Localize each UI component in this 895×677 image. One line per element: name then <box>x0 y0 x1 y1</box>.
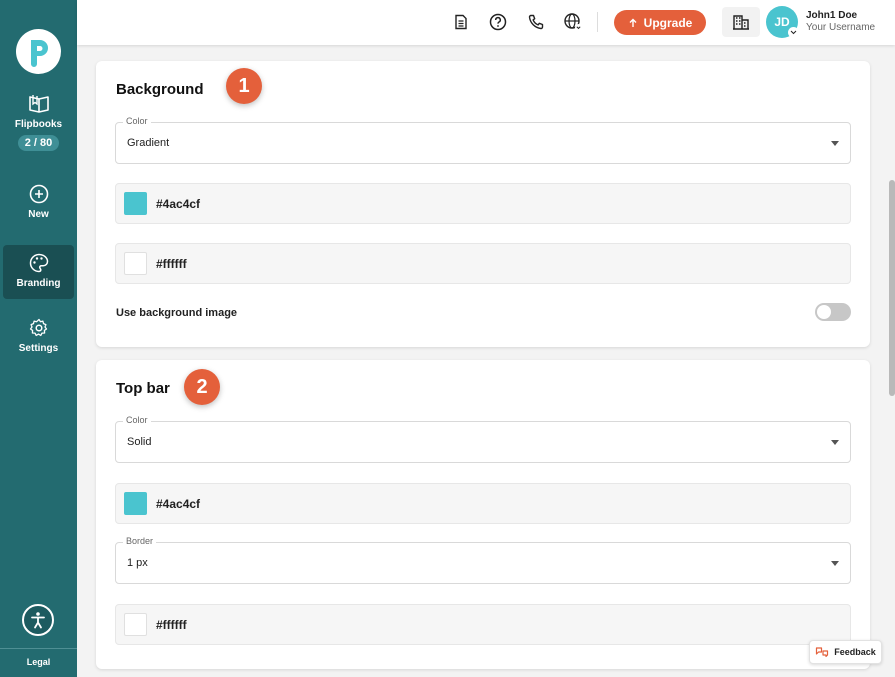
step-badge: 2 <box>184 369 220 405</box>
background-section: Background 1 Color Gradient #4ac4cf #fff… <box>96 61 870 347</box>
color-hex-value: #ffffff <box>156 257 187 271</box>
legal-link[interactable]: Legal <box>0 657 77 667</box>
sidebar-item-branding[interactable]: Branding <box>3 245 74 299</box>
select-label: Color <box>123 116 151 126</box>
upgrade-label: Upgrade <box>643 15 693 30</box>
sidebar-item-label: Flipbooks <box>14 119 63 130</box>
sidebar: Flipbooks 2 / 80 New Branding Settings L… <box>0 0 77 677</box>
accessibility-button[interactable] <box>22 604 54 636</box>
toggle-knob <box>817 305 831 319</box>
top-header: Upgrade JD John1 Doe Your Username <box>77 0 895 45</box>
user-name: John1 Doe <box>806 10 858 21</box>
background-color-2-field[interactable]: #ffffff <box>115 243 851 284</box>
feedback-icon <box>816 647 829 658</box>
select-value: Solid <box>127 436 152 448</box>
accessibility-icon <box>31 612 45 629</box>
color-swatch[interactable] <box>124 252 147 275</box>
top-bar-color-field[interactable]: #4ac4cf <box>115 483 851 524</box>
step-badge: 1 <box>226 68 262 104</box>
feedback-label: Feedback <box>834 647 876 657</box>
section-title: Background <box>116 81 204 98</box>
page-scrollbar[interactable] <box>889 180 895 396</box>
color-hex-value: #4ac4cf <box>156 197 201 211</box>
help-icon[interactable] <box>488 12 508 32</box>
sidebar-item-flipbooks[interactable]: Flipbooks 2 / 80 <box>3 94 74 160</box>
phone-icon[interactable] <box>526 12 546 32</box>
sidebar-item-new[interactable]: New <box>3 184 74 226</box>
color-swatch[interactable] <box>124 192 147 215</box>
select-label: Border <box>123 536 157 546</box>
caret-down-icon <box>831 141 839 146</box>
section-title: Top bar <box>116 380 170 397</box>
palette-icon <box>29 253 48 273</box>
language-globe-icon[interactable] <box>563 12 583 32</box>
use-background-image-toggle[interactable] <box>815 303 851 321</box>
sidebar-item-label: Settings <box>18 343 59 354</box>
select-value: 1 px <box>127 557 148 569</box>
building-icon <box>733 15 749 30</box>
background-color-type-select[interactable]: Color Gradient <box>115 116 851 164</box>
select-label: Color <box>123 415 151 425</box>
top-bar-border-select[interactable]: Border 1 px <box>115 536 851 584</box>
background-color-1-field[interactable]: #4ac4cf <box>115 183 851 224</box>
arrow-up-icon <box>629 18 637 27</box>
top-bar-color-type-select[interactable]: Color Solid <box>115 415 851 463</box>
color-swatch[interactable] <box>124 492 147 515</box>
caret-down-icon <box>831 440 839 445</box>
flipbook-count-badge: 2 / 80 <box>17 135 60 151</box>
app-logo[interactable] <box>16 29 61 74</box>
color-hex-value: #ffffff <box>156 618 187 632</box>
sidebar-item-settings[interactable]: Settings <box>3 318 74 360</box>
header-divider <box>597 12 598 32</box>
upgrade-button[interactable]: Upgrade <box>614 10 706 35</box>
caret-down-icon <box>831 561 839 566</box>
sidebar-item-label: New <box>28 209 49 220</box>
top-bar-section: Top bar 2 Color Solid #4ac4cf Border 1 p… <box>96 360 870 669</box>
logo-p-icon <box>30 39 48 67</box>
color-swatch[interactable] <box>124 613 147 636</box>
sidebar-divider <box>0 648 77 649</box>
plus-circle-icon <box>29 184 48 204</box>
gear-icon <box>29 318 47 337</box>
use-background-image-label: Use background image <box>116 307 238 319</box>
feedback-button[interactable]: Feedback <box>809 640 882 664</box>
color-hex-value: #4ac4cf <box>156 497 201 511</box>
top-bar-border-color-field[interactable]: #ffffff <box>115 604 851 645</box>
organization-button[interactable] <box>722 7 760 37</box>
chevron-down-icon[interactable] <box>788 27 799 38</box>
user-username: Your Username <box>806 22 876 33</box>
document-icon[interactable] <box>451 12 471 32</box>
sidebar-item-label: Branding <box>16 278 61 289</box>
select-value: Gradient <box>127 137 170 149</box>
book-icon <box>28 95 49 113</box>
